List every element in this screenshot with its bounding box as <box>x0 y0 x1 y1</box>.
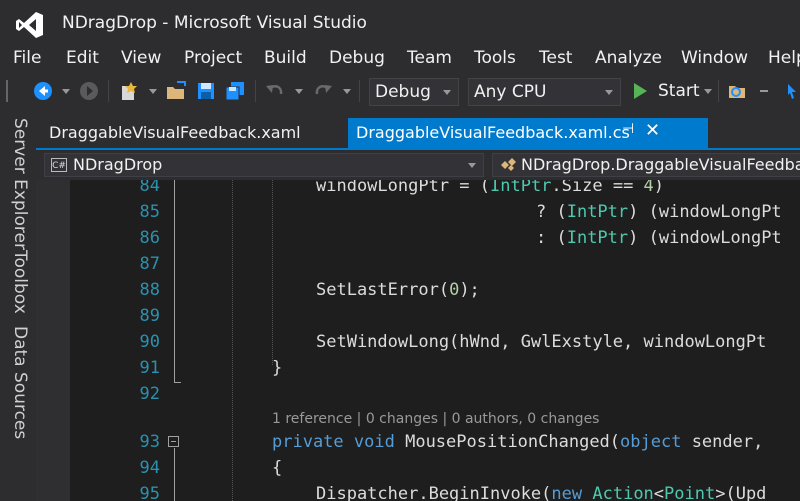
csharp-project-icon: C# <box>51 158 67 172</box>
solution-platform-value: Any CPU <box>474 82 547 102</box>
menu-file[interactable]: File <box>13 48 41 68</box>
type-name: NDragDrop.DraggableVisualFeedbac <box>521 155 800 174</box>
chevron-down-icon[interactable] <box>62 89 70 94</box>
find-in-files-icon[interactable] <box>727 80 749 102</box>
code-line: private void MousePositionChanged(object… <box>272 432 764 452</box>
chevron-down-icon[interactable] <box>704 89 712 94</box>
line-number: 91 <box>139 358 160 378</box>
project-name: NDragDrop <box>73 155 163 174</box>
line-number: 84 <box>139 180 160 196</box>
toolbox-tab[interactable]: Toolbox <box>10 250 30 314</box>
line-number: 93 <box>139 432 160 452</box>
collapse-region-icon[interactable] <box>168 436 179 447</box>
undo-icon[interactable] <box>264 80 286 102</box>
server-explorer-tab[interactable]: Server Explorer <box>10 118 30 250</box>
line-number: 92 <box>139 384 160 404</box>
data-sources-tab[interactable]: Data Sources <box>10 326 30 439</box>
menu-help[interactable]: Help <box>768 48 800 68</box>
toolbar-overflow-icon[interactable] <box>760 90 768 92</box>
tool-window-sidebar: Server Explorer Toolbox Data Sources <box>0 110 36 501</box>
menu-test[interactable]: Test <box>539 48 572 68</box>
menu-debug[interactable]: Debug <box>329 48 385 68</box>
open-file-icon[interactable] <box>165 80 187 102</box>
line-number: 85 <box>139 202 160 222</box>
code-line: Dispatcher.BeginInvoke(new Action<Point>… <box>316 484 767 501</box>
indicator-margin[interactable] <box>36 180 70 501</box>
line-number: 87 <box>139 254 160 274</box>
chevron-down-icon[interactable] <box>343 89 351 94</box>
type-dropdown[interactable]: NDragDrop.DraggableVisualFeedbac <box>492 153 800 177</box>
menu-window[interactable]: Window <box>681 48 748 68</box>
class-icon <box>501 158 516 171</box>
tab-draggablevisualfeedback-xaml[interactable]: DraggableVisualFeedback.xaml <box>36 118 346 148</box>
close-icon[interactable]: ✕ <box>645 120 660 141</box>
line-number: 86 <box>139 228 160 248</box>
line-number: 88 <box>139 280 160 300</box>
redo-icon[interactable] <box>312 80 334 102</box>
menu-view[interactable]: View <box>121 48 161 68</box>
menu-analyze[interactable]: Analyze <box>595 48 662 68</box>
chevron-down-icon[interactable] <box>149 89 157 94</box>
code-line: } <box>272 358 283 378</box>
toolbar-extra-icon[interactable] <box>784 80 800 102</box>
outline-guide <box>174 448 175 501</box>
chevron-down-icon <box>605 90 613 95</box>
navigate-back-icon[interactable] <box>32 80 54 102</box>
visual-studio-logo-icon <box>16 12 43 38</box>
navigate-forward-icon[interactable] <box>78 80 100 102</box>
chevron-down-icon[interactable] <box>295 89 303 94</box>
new-project-icon[interactable] <box>118 80 140 102</box>
title-bar: NDragDrop - Microsoft Visual Studio <box>0 0 800 46</box>
project-dropdown[interactable]: C# NDragDrop <box>44 153 484 177</box>
window-title: NDragDrop - Microsoft Visual Studio <box>62 13 367 33</box>
indent-guide <box>232 180 233 501</box>
code-line: windowLongPtr = (IntPtr.Size == 4) <box>316 180 665 196</box>
document-tab-strip: DraggableVisualFeedback.xaml DraggableVi… <box>36 118 800 148</box>
standard-toolbar: Debug Any CPU Start <box>0 72 800 110</box>
code-line: { <box>272 458 283 478</box>
line-number: 89 <box>139 306 160 326</box>
tab-draggablevisualfeedback-xaml-cs[interactable]: DraggableVisualFeedback.xaml.cs ⊣ ✕ <box>348 118 708 148</box>
line-number: 95 <box>139 484 160 501</box>
play-icon <box>634 83 647 99</box>
menu-build[interactable]: Build <box>264 48 307 68</box>
code-line: ? (IntPtr) (windowLongPt <box>536 202 782 222</box>
save-icon[interactable] <box>195 80 217 102</box>
code-line: SetWindowLong(hWnd, GwlExstyle, windowLo… <box>316 332 767 352</box>
line-number: 94 <box>139 458 160 478</box>
chevron-down-icon <box>443 90 451 95</box>
tab-label: DraggableVisualFeedback.xaml.cs <box>356 123 630 142</box>
solution-configuration-dropdown[interactable]: Debug <box>369 78 459 106</box>
tab-label: DraggableVisualFeedback.xaml <box>49 123 301 142</box>
navigation-bar: C# NDragDrop NDragDrop.DraggableVisualFe… <box>36 150 800 180</box>
menu-team[interactable]: Team <box>407 48 452 68</box>
code-lens[interactable]: 1 reference | 0 changes | 0 authors, 0 c… <box>272 411 599 427</box>
code-line: : (IntPtr) (windowLongPt <box>536 228 782 248</box>
code-editor[interactable]: 84 85 86 87 88 89 90 91 92 93 94 95 wind… <box>36 180 800 501</box>
chevron-down-icon <box>468 163 476 168</box>
menu-edit[interactable]: Edit <box>66 48 99 68</box>
save-all-icon[interactable] <box>224 80 246 102</box>
start-label: Start <box>658 81 700 101</box>
indent-guide <box>272 180 273 365</box>
menu-bar: File Edit View Project Build Debug Team … <box>0 46 800 72</box>
code-line: SetLastError(0); <box>316 280 480 300</box>
outline-guide <box>174 180 175 382</box>
menu-project[interactable]: Project <box>184 48 242 68</box>
pin-icon[interactable]: ⊣ <box>622 121 634 137</box>
solution-platform-dropdown[interactable]: Any CPU <box>468 78 621 106</box>
start-debugging-button[interactable]: Start <box>630 80 715 104</box>
outline-guide-end <box>174 382 181 383</box>
line-number: 90 <box>139 332 160 352</box>
toolbar-grip[interactable] <box>6 80 8 102</box>
menu-tools[interactable]: Tools <box>474 48 516 68</box>
solution-configuration-value: Debug <box>375 82 431 102</box>
